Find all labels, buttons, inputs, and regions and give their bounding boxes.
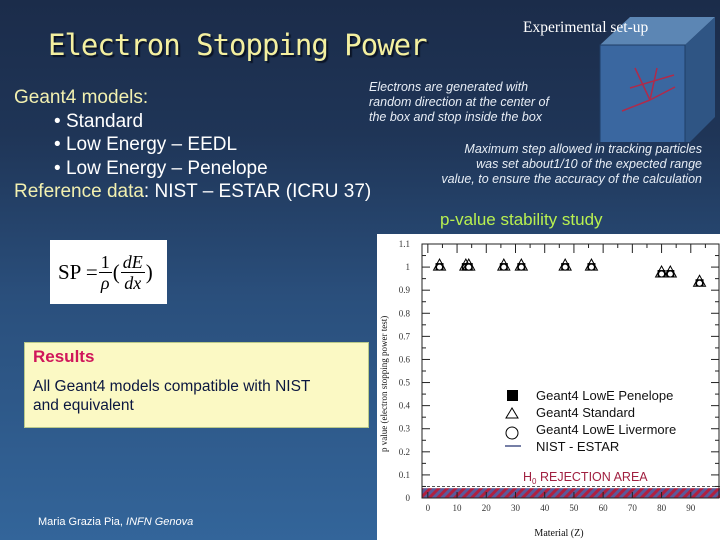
y-tick-label: 1.1 bbox=[399, 239, 410, 249]
setup-label: Experimental set-up bbox=[523, 19, 649, 36]
models-list: Geant4 models: • Standard • Low Energy –… bbox=[14, 86, 371, 204]
x-tick-label: 80 bbox=[657, 503, 667, 513]
y-tick-label: 1 bbox=[406, 262, 411, 272]
x-tick-label: 10 bbox=[453, 503, 463, 513]
x-tick-label: 20 bbox=[482, 503, 492, 513]
slide-title: Electron Stopping Power bbox=[48, 28, 428, 62]
legend-label: Geant4 LowE Penelope bbox=[536, 388, 673, 403]
results-body: All Geant4 models compatible with NIST a… bbox=[33, 378, 311, 414]
y-tick-label: 0.9 bbox=[399, 285, 411, 295]
y-tick-label: 0 bbox=[406, 493, 411, 503]
legend-label: Geant4 LowE Livermore bbox=[536, 422, 676, 437]
data-point-circle bbox=[500, 263, 508, 271]
y-axis-label: p value (electron stopping power test) bbox=[379, 316, 389, 452]
model-item: • Standard bbox=[54, 110, 144, 132]
x-tick-label: 60 bbox=[599, 503, 609, 513]
legend-label: NIST - ESTAR bbox=[536, 439, 619, 454]
y-tick-label: 0.5 bbox=[399, 378, 411, 388]
x-axis-label: Material (Z) bbox=[534, 528, 583, 539]
x-tick-label: 40 bbox=[540, 503, 550, 513]
data-point-circle bbox=[587, 263, 595, 271]
pvalue-chart: 0 0.1 0.2 0.3 0.4 0.5 0.6 0.7 0.8 0.9 1 1.1 0 10 20 30 4… bbox=[377, 234, 720, 540]
setup-description: Electrons are generated with random dire… bbox=[369, 80, 549, 124]
y-tick-label: 0.6 bbox=[399, 354, 411, 364]
models-header: Geant4 models: bbox=[14, 87, 149, 108]
data-point-circle bbox=[696, 279, 704, 287]
step-description: Maximum step allowed in tracking particl… bbox=[441, 142, 702, 186]
legend-label: Geant4 Standard bbox=[536, 405, 635, 420]
model-item: • Low Energy – Penelope bbox=[54, 157, 268, 179]
x-tick-label: 0 bbox=[426, 503, 431, 513]
pvalue-title: p-value stability study bbox=[440, 210, 603, 229]
stopping-power-formula: SP = 1ρ ( dE dx ) bbox=[50, 240, 167, 304]
y-tick-label: 0.3 bbox=[399, 424, 411, 434]
model-item: • Low Energy – EEDL bbox=[54, 134, 238, 155]
data-point-circle bbox=[658, 270, 666, 278]
x-tick-label: 50 bbox=[569, 503, 579, 513]
results-box: Results All Geant4 models compatible wit… bbox=[24, 342, 369, 428]
y-tick-label: 0.7 bbox=[399, 331, 411, 341]
x-tick-label: 90 bbox=[686, 503, 696, 513]
x-tick-label: 70 bbox=[628, 503, 638, 513]
footer: Maria Grazia Pia, INFN Genova bbox=[38, 516, 194, 528]
y-tick-label: 0.2 bbox=[399, 447, 410, 457]
results-heading: Results bbox=[33, 347, 95, 366]
y-tick-label: 0.4 bbox=[399, 401, 411, 411]
data-point-circle bbox=[666, 270, 674, 278]
data-point-circle bbox=[517, 263, 525, 271]
rejection-area bbox=[422, 488, 720, 498]
rejection-area-label: H0 REJECTION AREA bbox=[523, 470, 648, 486]
data-point-circle bbox=[561, 263, 569, 271]
data-point-circle bbox=[436, 263, 444, 271]
legend-square-icon bbox=[507, 390, 518, 401]
reference-data: Reference data: NIST – ESTAR (ICRU 37) bbox=[14, 181, 372, 202]
y-tick-label: 0.1 bbox=[399, 470, 410, 480]
y-tick-label: 0.8 bbox=[399, 308, 411, 318]
x-tick-label: 30 bbox=[511, 503, 521, 513]
data-point-circle bbox=[465, 263, 473, 271]
